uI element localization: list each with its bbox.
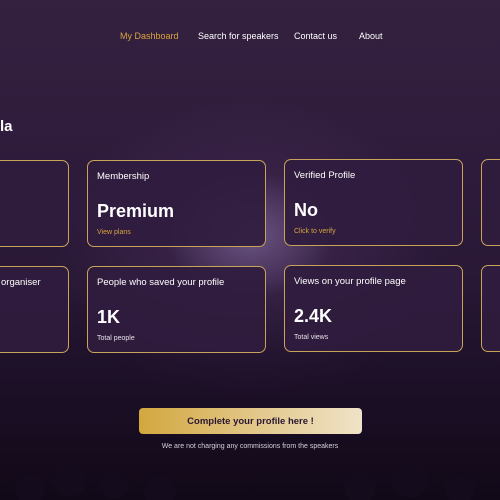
card-saved-label: People who saved your profile bbox=[97, 277, 225, 288]
nav-my-dashboard[interactable]: My Dashboard bbox=[120, 31, 179, 41]
card-verified-label: Verified Profile bbox=[294, 170, 356, 181]
card-profile-views: Views on your profile page 2.4K Total vi… bbox=[284, 265, 463, 352]
complete-profile-button[interactable]: Complete your profile here ! bbox=[139, 408, 362, 434]
card-membership-label: Membership bbox=[97, 171, 150, 182]
page-greeting: la bbox=[0, 118, 13, 135]
nav-contact-us[interactable]: Contact us bbox=[294, 31, 337, 41]
card-label: organiser bbox=[1, 277, 41, 288]
card-saved-sub: Total people bbox=[97, 335, 135, 342]
card-membership: Membership Premium View plans bbox=[87, 160, 266, 247]
card-partial-right-top[interactable] bbox=[481, 159, 500, 246]
card-partial-left-bottom[interactable]: organiser bbox=[0, 266, 69, 353]
card-views-value: 2.4K bbox=[294, 306, 333, 326]
card-saved-value: 1K bbox=[97, 307, 121, 327]
card-views-label: Views on your profile page bbox=[294, 276, 406, 287]
card-verified-value: No bbox=[294, 200, 318, 220]
card-saved-profile: People who saved your profile 1K Total p… bbox=[87, 266, 266, 353]
nav-about[interactable]: About bbox=[359, 31, 383, 41]
nav-search-speakers[interactable]: Search for speakers bbox=[198, 31, 279, 41]
card-partial-left-top[interactable] bbox=[0, 160, 69, 247]
top-navigation: My Dashboard Search for speakers Contact… bbox=[0, 31, 500, 45]
card-membership-value: Premium bbox=[97, 201, 175, 221]
card-partial-right-bottom[interactable] bbox=[481, 265, 500, 352]
view-plans-link[interactable]: View plans bbox=[97, 229, 131, 236]
card-verified-profile: Verified Profile No Click to verify bbox=[284, 159, 463, 246]
commission-note: We are not charging any commissions from… bbox=[161, 443, 339, 450]
card-views-sub: Total views bbox=[294, 334, 329, 341]
click-to-verify-link[interactable]: Click to verify bbox=[294, 228, 336, 235]
